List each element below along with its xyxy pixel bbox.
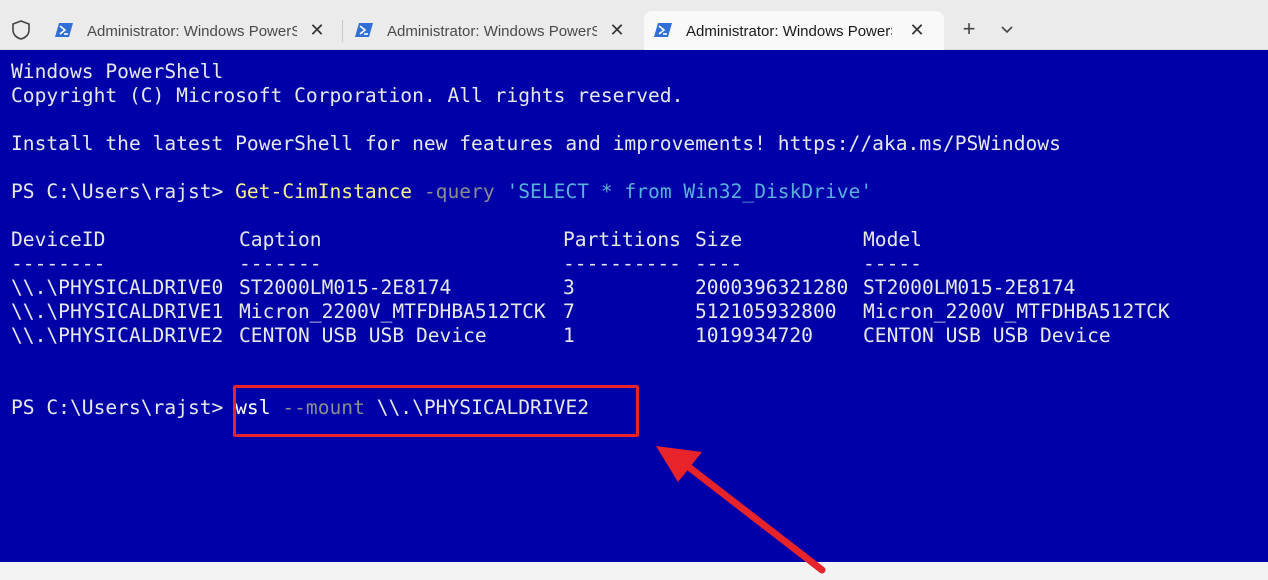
cell-model: CENTON USB USB Device — [863, 324, 1111, 347]
powershell-icon — [654, 23, 672, 37]
cell-partitions: 7 — [563, 300, 575, 323]
column-underline: ---------- — [563, 252, 681, 275]
table-header: DeviceID Caption Partitions Size Model — [11, 228, 1251, 252]
tab-powershell-1[interactable]: Administrator: Windows PowerShell ✕ — [45, 11, 341, 50]
column-header: Caption — [239, 228, 322, 251]
command-parameter: -query — [412, 180, 495, 203]
column-underline: -------- — [11, 252, 106, 275]
cell-caption: Micron_2200V_MTFDHBA512TCK — [239, 300, 546, 323]
tab-title: Administrator: Windows PowerShell — [87, 23, 297, 40]
column-header: DeviceID — [11, 228, 106, 251]
command-argument: 'SELECT * from Win32_DiskDrive' — [494, 180, 873, 203]
tab-title: Administrator: Windows PowerShell — [387, 23, 597, 40]
cell-device-id: \\.\PHYSICALDRIVE1 — [11, 300, 224, 323]
highlight-box — [233, 385, 639, 437]
column-underline: ----- — [863, 252, 922, 275]
column-header: Size — [695, 228, 743, 251]
cell-model: ST2000LM015-2E8174 — [863, 276, 1076, 299]
table-underline: -------- ------- ---------- ---- ----- — [11, 252, 1251, 276]
table-row: \\.\PHYSICALDRIVE1 Micron_2200V_MTFDHBA5… — [11, 300, 1251, 324]
tab-powershell-2[interactable]: Administrator: Windows PowerShell ✕ — [345, 11, 641, 50]
arrow-annotation — [656, 446, 826, 574]
terminal-area[interactable]: Windows PowerShell Copyright (C) Microso… — [0, 50, 1268, 574]
column-underline: ---- — [695, 252, 743, 275]
command-name: Get-CimInstance — [235, 180, 413, 203]
terminal-line: Copyright (C) Microsoft Corporation. All… — [11, 84, 684, 107]
chevron-down-icon[interactable] — [998, 20, 1016, 38]
prompt: PS C:\Users\rajst> — [11, 180, 236, 203]
table-row: \\.\PHYSICALDRIVE0 ST2000LM015-2E8174 3 … — [11, 276, 1251, 300]
cell-caption: ST2000LM015-2E8174 — [239, 276, 452, 299]
cell-partitions: 1 — [563, 324, 575, 347]
cell-caption: CENTON USB USB Device — [239, 324, 487, 347]
close-icon[interactable]: ✕ — [908, 21, 926, 39]
plus-icon[interactable]: + — [958, 18, 980, 40]
column-underline: ------- — [239, 252, 322, 275]
shield-icon — [12, 20, 30, 40]
powershell-icon — [55, 23, 73, 37]
tab-title: Administrator: Windows PowerShell — [686, 23, 892, 40]
cell-size: 2000396321280 — [695, 276, 849, 299]
cell-partitions: 3 — [563, 276, 575, 299]
cell-size: 1019934720 — [695, 324, 813, 347]
terminal-line: Windows PowerShell — [11, 60, 224, 83]
table-row: \\.\PHYSICALDRIVE2 CENTON USB USB Device… — [11, 324, 1251, 348]
cell-model: Micron_2200V_MTFDHBA512TCK — [863, 300, 1170, 323]
close-icon[interactable]: ✕ — [608, 21, 626, 39]
cell-size: 512105932800 — [695, 300, 837, 323]
close-icon[interactable]: ✕ — [308, 21, 326, 39]
cell-device-id: \\.\PHYSICALDRIVE2 — [11, 324, 224, 347]
terminal-line: Install the latest PowerShell for new fe… — [11, 132, 1061, 155]
column-header: Model — [863, 228, 922, 251]
tab-powershell-3-active[interactable]: Administrator: Windows PowerShell ✕ — [644, 11, 944, 50]
command-line-get-ciminstance: PS C:\Users\rajst> Get-CimInstance -quer… — [11, 180, 872, 204]
tab-bar: Administrator: Windows PowerShell ✕ Admi… — [0, 0, 1268, 50]
cell-device-id: \\.\PHYSICALDRIVE0 — [11, 276, 224, 299]
column-header: Partitions — [563, 228, 681, 251]
prompt: PS C:\Users\rajst> — [11, 396, 236, 419]
tab-separator — [342, 20, 343, 42]
powershell-icon — [355, 23, 373, 37]
